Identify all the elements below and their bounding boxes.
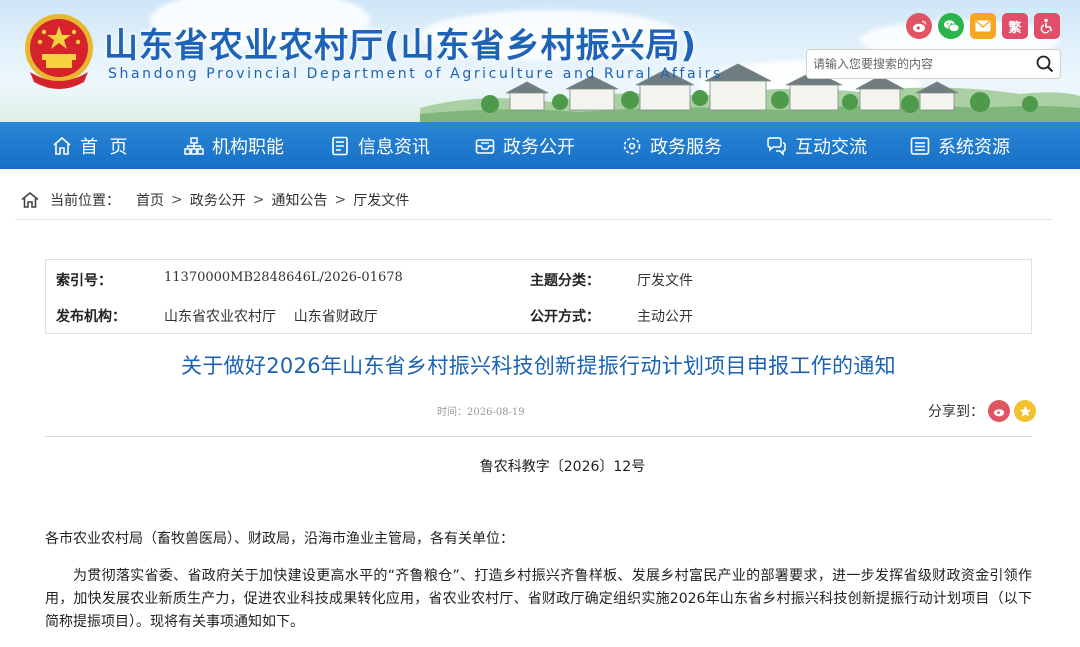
disclosure-label: 公开方式： xyxy=(530,309,600,325)
top-toolbar: 繁 xyxy=(906,13,1060,39)
breadcrumb: 当前位置： 首页 > 政务公开 > 通知公告 > 厅发文件 xyxy=(20,182,409,218)
document-meta-box: 索引号： 11370000MB2848646L/2026-01678 主题分类：… xyxy=(45,259,1032,334)
disclosure-value: 主动公开 xyxy=(637,309,693,325)
share-bar: 分享到： xyxy=(928,400,1036,422)
article-paragraph: 为贯彻落实省委、省政府关于加快建设更高水平的“齐鲁粮仓”、打造乡村振兴齐鲁样板、… xyxy=(45,568,1032,630)
search-button[interactable] xyxy=(1030,50,1060,78)
document-number: 鲁农科教字〔2026〕12号 xyxy=(479,459,646,475)
nav-label: 政务服务 xyxy=(650,136,722,158)
nav-item-resources[interactable]: 系统资源 xyxy=(910,122,1010,169)
share-label: 分享到： xyxy=(928,404,984,420)
article-title: 关于做好2026年山东省乡村振兴科技创新提振行动计划项目申报工作的通知 xyxy=(181,354,896,378)
site-header: 山东省农业农村厅(山东省乡村振兴局) Shandong Provincial D… xyxy=(0,0,1080,122)
national-emblem-logo xyxy=(25,14,93,89)
main-nav: 首 页 机构职能 信息资讯 政务公开 政务服务 互动交流 系统资源 xyxy=(0,122,1080,169)
nav-item-info[interactable]: 信息资讯 xyxy=(330,122,430,169)
nav-item-interaction[interactable]: 互动交流 xyxy=(765,122,867,169)
search-box xyxy=(806,49,1061,79)
weibo-icon[interactable] xyxy=(906,13,932,39)
breadcrumb-separator: > xyxy=(334,192,347,208)
nav-label: 互动交流 xyxy=(795,136,867,158)
search-icon xyxy=(1036,55,1054,73)
nav-label: 政务公开 xyxy=(503,136,575,158)
breadcrumb-separator: > xyxy=(252,192,265,208)
index-value: 11370000MB2848646L/2026-01678 xyxy=(164,270,403,285)
list-icon xyxy=(910,136,930,155)
breadcrumb-divider xyxy=(15,219,1052,220)
nav-label: 机构职能 xyxy=(212,136,284,158)
document-list-icon xyxy=(332,136,348,155)
nav-item-org[interactable]: 机构职能 xyxy=(184,122,284,169)
breadcrumb-link-gov-open[interactable]: 政务公开 xyxy=(190,190,246,210)
issuer-label: 发布机构： xyxy=(56,309,126,325)
inbox-icon xyxy=(475,138,495,154)
traditional-chinese-icon[interactable]: 繁 xyxy=(1002,13,1028,39)
nav-item-gov-service[interactable]: 政务服务 xyxy=(622,122,722,169)
share-favorite-star-icon[interactable] xyxy=(1014,400,1036,422)
chat-icon xyxy=(767,136,786,156)
nav-item-home[interactable]: 首 页 xyxy=(52,122,127,169)
accessibility-icon[interactable] xyxy=(1034,13,1060,39)
site-title: 山东省农业农村厅(山东省乡村振兴局) xyxy=(104,26,698,66)
share-weibo-icon[interactable] xyxy=(988,400,1010,422)
org-structure-icon xyxy=(184,136,204,155)
breadcrumb-link-notices[interactable]: 通知公告 xyxy=(271,190,327,210)
site-subtitle: Shandong Provincial Department of Agricu… xyxy=(108,66,723,82)
nav-item-gov-open[interactable]: 政务公开 xyxy=(475,122,575,169)
article-salutation: 各市农业农村局（畜牧兽医局）、财政局，沿海市渔业主管局，各有关单位： xyxy=(45,531,514,547)
index-label: 索引号： xyxy=(56,273,112,289)
breadcrumb-label: 当前位置： xyxy=(50,193,120,209)
nav-label: 信息资讯 xyxy=(358,136,430,158)
wechat-icon[interactable] xyxy=(938,13,964,39)
home-icon xyxy=(53,136,71,155)
search-input[interactable] xyxy=(813,51,1030,77)
nav-label: 系统资源 xyxy=(938,136,1010,158)
issuer-value: 山东省农业农村厅 山东省财政厅 xyxy=(164,309,378,325)
article-divider xyxy=(45,436,1032,437)
breadcrumb-link-dept-documents[interactable]: 厅发文件 xyxy=(353,190,409,210)
category-value: 厅发文件 xyxy=(637,273,693,289)
breadcrumb-link-home[interactable]: 首页 xyxy=(136,190,164,210)
service-icon xyxy=(623,137,641,154)
breadcrumb-separator: > xyxy=(171,192,183,208)
nav-label: 首 页 xyxy=(80,136,128,158)
article-time: 时间：2026-08-19 xyxy=(437,407,525,418)
home-icon xyxy=(21,191,39,208)
mail-icon[interactable] xyxy=(970,13,996,39)
category-label: 主题分类： xyxy=(530,273,600,289)
